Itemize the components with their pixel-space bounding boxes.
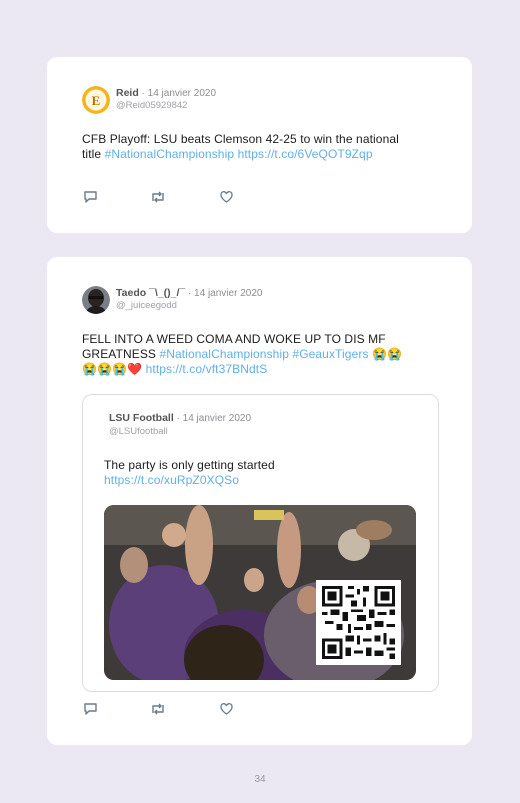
tweet-text-line2: GREATNESS [82,347,160,361]
url-link[interactable]: https://t.co/vft37BNdtS [146,362,268,376]
celebration-photo[interactable] [104,505,416,680]
author-line: Taedo ¯\_()_/¯ · 14 janvier 2020 [116,287,262,299]
heart-icon[interactable] [219,702,234,716]
quote-text-line: The party is only getting started [104,458,275,472]
tweet-text: FELL INTO A WEED COMA AND WOKE UP TO DIS… [82,332,452,377]
quote-date: · 14 janvier 2020 [176,413,252,424]
author-handle: @Reid05929842 [116,100,188,111]
hashtag-link[interactable]: #NationalChampionship [159,347,289,361]
emoji: 😭😭😭❤️ [82,362,143,376]
tweet-card-reid: E Reid · 14 janvier 2020 @Reid05929842 C… [47,57,472,233]
author-name[interactable]: Taedo ¯\_()_/¯ [116,287,185,299]
retweet-icon[interactable] [150,190,166,204]
tweet-text: CFB Playoff: LSU beats Clemson 42-25 to … [82,132,452,162]
quote-url-link[interactable]: https://t.co/xuRpZ0XQSo [104,473,239,487]
tweet-text-line1: CFB Playoff: LSU beats Clemson 42-25 to … [82,132,399,146]
quote-text: The party is only getting started https:… [104,458,424,488]
action-bar [83,190,253,206]
reply-icon[interactable] [83,702,98,716]
tweet-date: · 14 janvier 2020 [187,288,263,299]
heart-icon[interactable] [219,190,234,204]
quote-author-line: LSU Football · 14 janvier 2020 [109,412,251,424]
author-handle: @_juiceegodd [116,300,177,311]
page-number: 34 [254,774,266,785]
quoted-tweet[interactable]: LSU Football · 14 janvier 2020 @LSUfootb… [82,394,439,692]
avatar-taedo[interactable] [82,286,110,314]
qr-code[interactable] [316,580,401,665]
quote-author-name[interactable]: LSU Football [109,412,174,424]
quote-handle: @LSUfootball [109,426,168,437]
emoji: 😭😭 [368,347,403,361]
tweet-text-line1: FELL INTO A WEED COMA AND WOKE UP TO DIS… [82,332,386,346]
url-link[interactable]: https://t.co/6VeQOT9Zqp [238,147,373,161]
tweet-card-taedo: Taedo ¯\_()_/¯ · 14 janvier 2020 @_juice… [47,257,472,745]
reply-icon[interactable] [83,190,98,204]
avatar-reid[interactable]: E [82,86,110,114]
retweet-icon[interactable] [150,702,166,716]
author-name[interactable]: Reid [116,87,139,99]
author-line: Reid · 14 janvier 2020 [116,87,216,99]
tweet-date: · 14 janvier 2020 [141,88,217,99]
svg-text:E: E [92,93,101,108]
hashtag-link[interactable]: #NationalChampionship [105,147,235,161]
action-bar [83,702,253,718]
tweet-text-line2: title [82,147,105,161]
hashtag-link[interactable]: #GeauxTigers [292,347,368,361]
